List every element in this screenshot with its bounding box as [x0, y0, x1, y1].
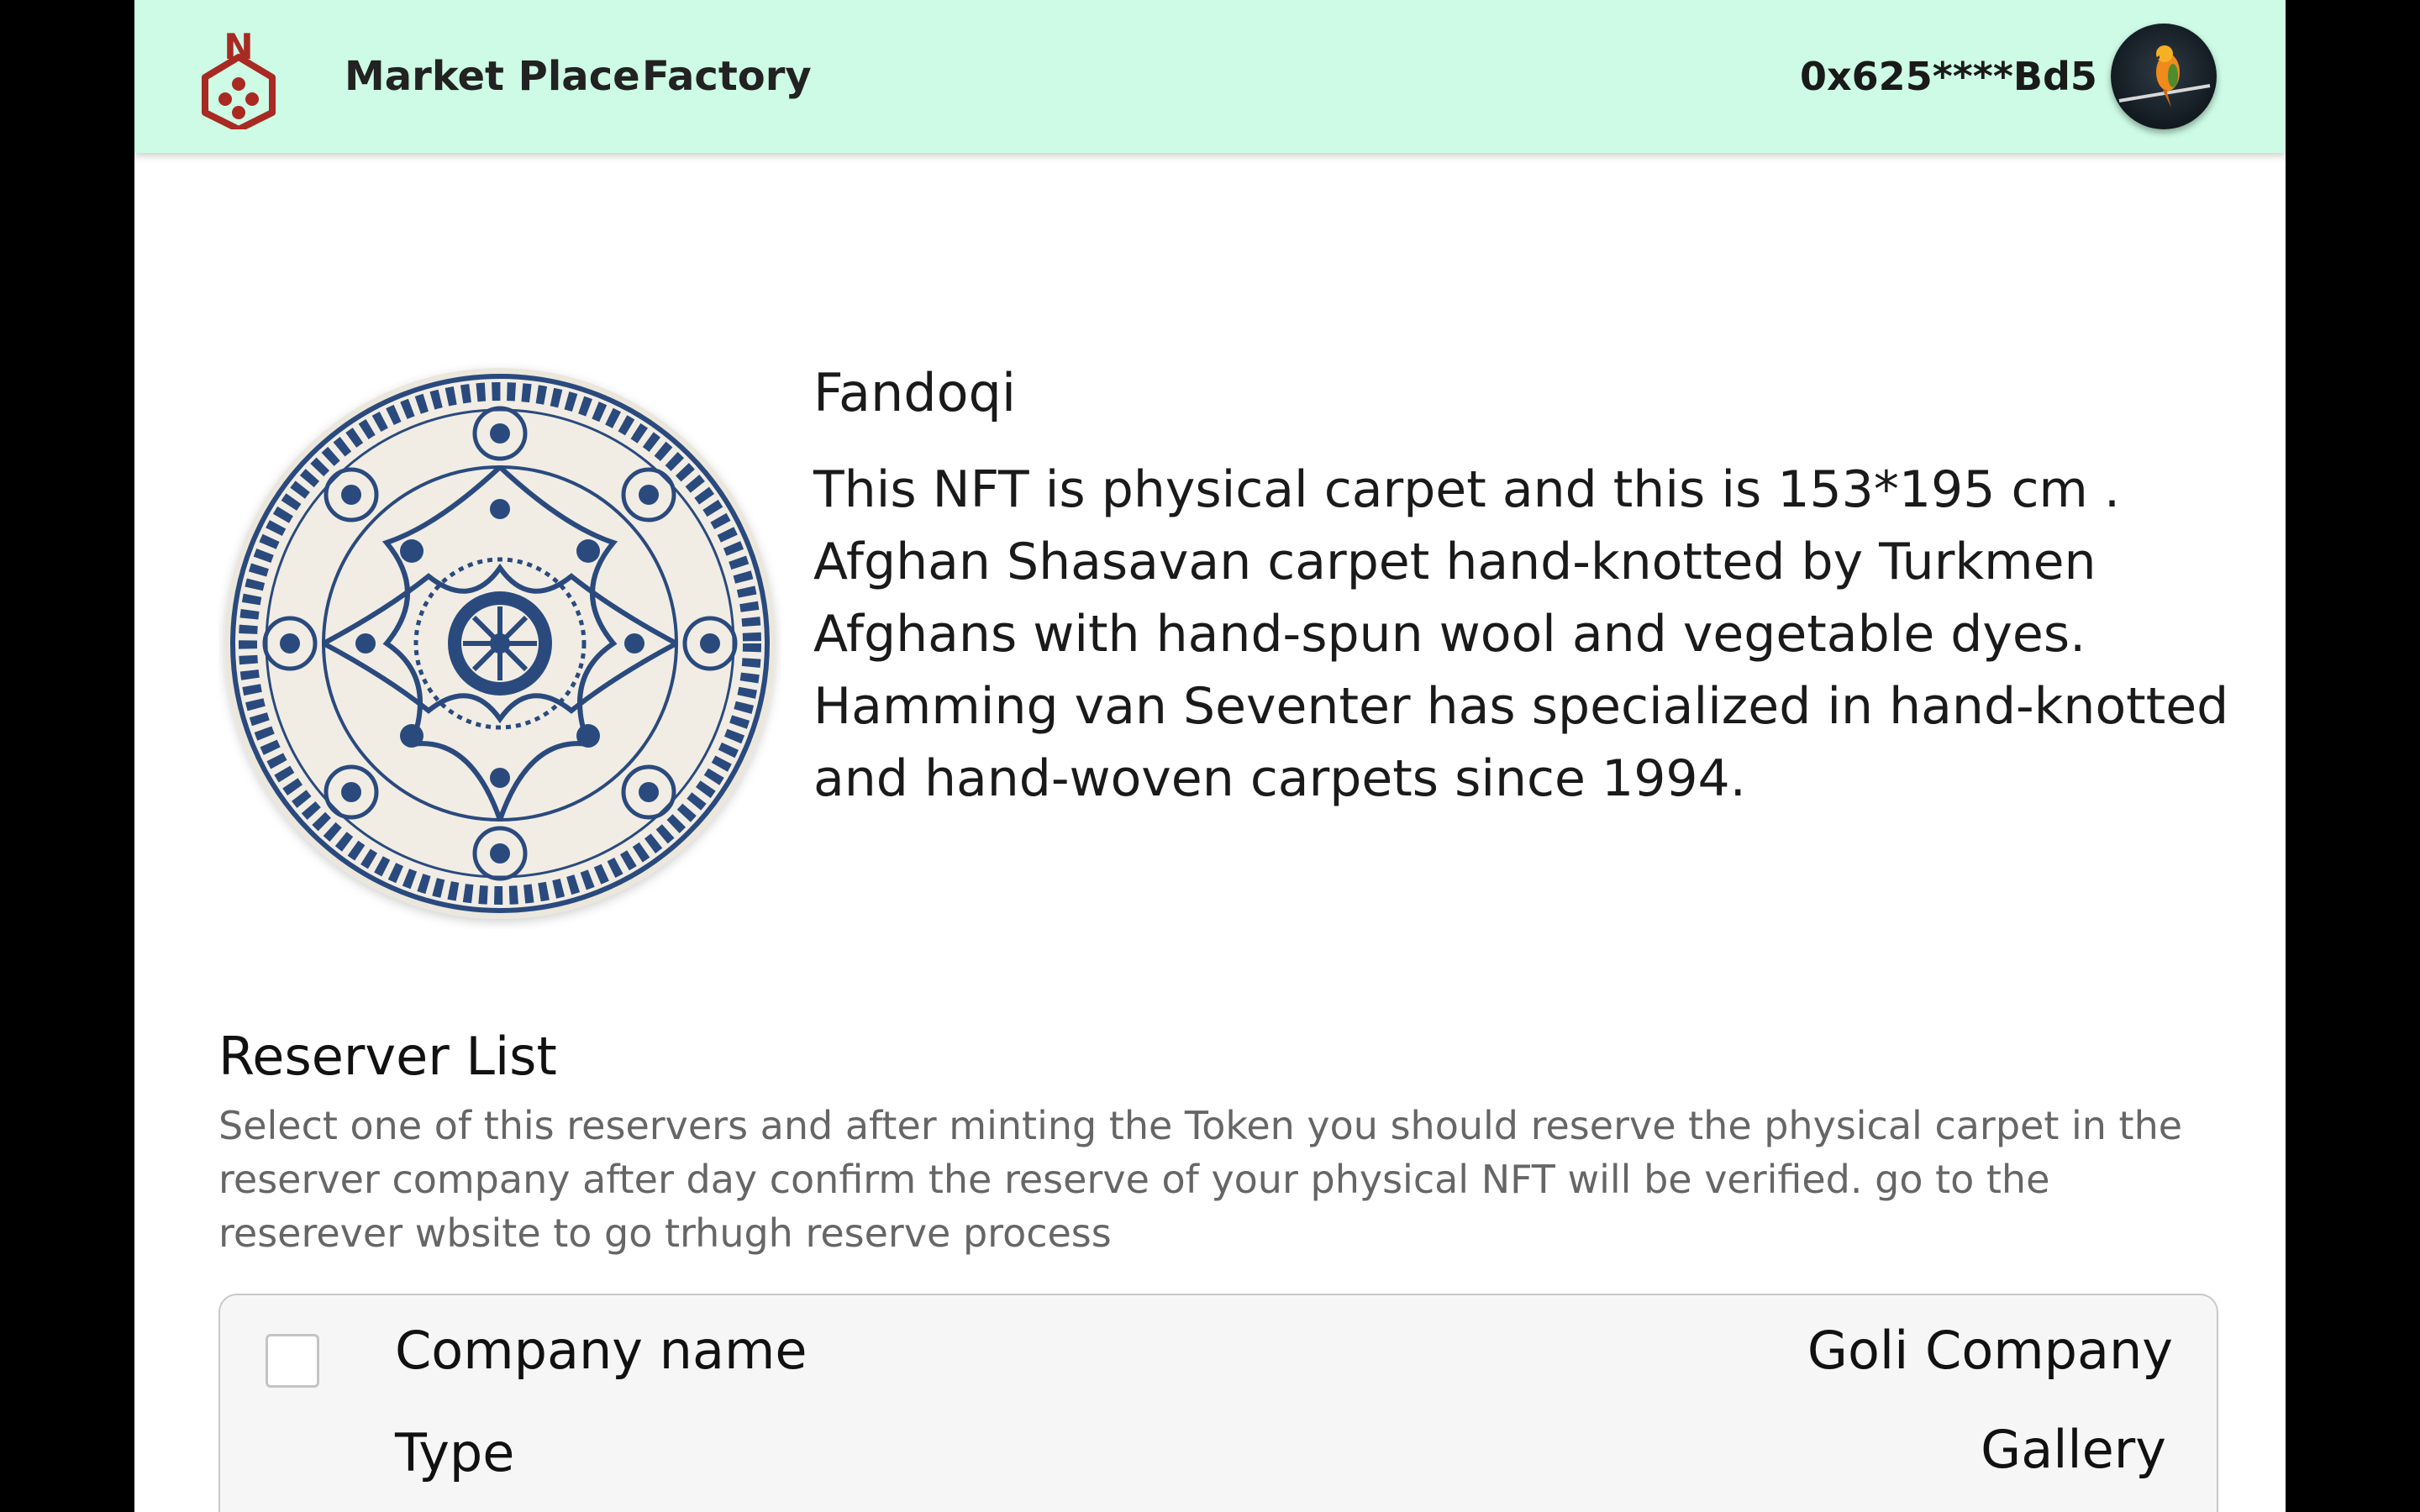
- reserver-list-title: Reserver List: [218, 1026, 557, 1087]
- nft-title: Fandoqi: [813, 362, 1017, 423]
- reserver-card[interactable]: Company name Goli Company Type Gallery: [218, 1294, 2218, 1512]
- company-name-label: Company name: [395, 1320, 808, 1381]
- nav-market-place[interactable]: Market Place: [345, 52, 640, 101]
- page: N Market Place Factory 0x625****Bd5 Fand…: [134, 0, 2286, 1512]
- top-navbar: N Market Place Factory 0x625****Bd5: [134, 0, 2286, 153]
- avatar[interactable]: [2111, 24, 2217, 129]
- reserver-list-description: Select one of this reservers and after m…: [218, 1103, 2183, 1256]
- nft-description: This NFT is physical carpet and this is …: [813, 460, 2229, 808]
- logo-icon[interactable]: N: [198, 25, 279, 133]
- nav-factory[interactable]: Factory: [642, 52, 812, 101]
- type-value: Gallery: [1981, 1419, 2166, 1480]
- type-label: Type: [395, 1422, 515, 1483]
- company-name-value: Goli Company: [1807, 1320, 2173, 1381]
- wallet-address[interactable]: 0x625****Bd5: [1800, 52, 2097, 101]
- reserver-checkbox[interactable]: [266, 1334, 319, 1388]
- carpet-image: [218, 358, 781, 929]
